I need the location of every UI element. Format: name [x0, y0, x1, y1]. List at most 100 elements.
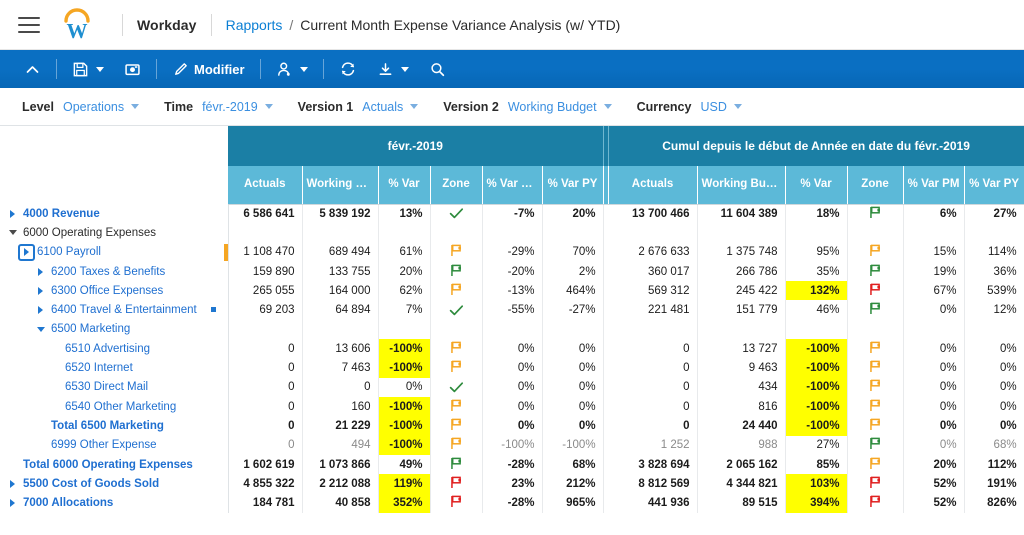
expand-chevron-right-icon[interactable]	[6, 497, 19, 510]
row-tree-cell[interactable]: 6999 Other Expense	[0, 435, 229, 455]
filter-currency-value[interactable]: USD	[700, 100, 726, 114]
assign-button[interactable]	[266, 50, 318, 88]
row-tree-cell[interactable]: 6000 Operating Expenses	[0, 223, 229, 243]
row-label[interactable]: 6520 Internet	[61, 362, 133, 374]
row-label[interactable]: 6999 Other Expense	[47, 439, 157, 451]
breadcrumb-parent-link[interactable]: Rapports	[226, 17, 283, 33]
expand-chevron-right-icon[interactable]	[6, 477, 19, 490]
snapshot-button[interactable]	[114, 50, 151, 88]
row-label[interactable]: 6000 Operating Expenses	[19, 227, 156, 239]
table-row[interactable]: 6500 Marketing	[0, 319, 1024, 340]
column-header-left-var-pm[interactable]: % Var PM	[482, 166, 543, 205]
search-button[interactable]	[419, 50, 456, 88]
table-row[interactable]: 6510 Advertising 0 13 606 -100% 0% 0% 0 13 727-…	[0, 339, 1024, 359]
column-header-right-var-pm[interactable]: % Var PM	[903, 166, 965, 205]
group-header-ytd: Cumul depuis le début de Année en date d…	[608, 126, 1024, 166]
row-tree-cell[interactable]: 6500 Marketing	[0, 319, 229, 340]
row-tree-cell[interactable]: 6100 Payroll	[0, 242, 229, 262]
filter-level-value[interactable]: Operations	[63, 100, 124, 114]
table-row[interactable]: Total 6500 Marketing 0 21 229 -100% 0% 0% 0 24 …	[0, 416, 1024, 436]
table-row[interactable]: 6540 Other Marketing 0 160 -100% 0% 0% 0 816 -10…	[0, 396, 1024, 417]
table-row[interactable]: Total 6000 Operating Expenses 1 602 619 1 …	[0, 454, 1024, 475]
row-tree-cell[interactable]: 6540 Other Marketing	[0, 396, 229, 417]
filter-version-2-chevron-down-icon[interactable]	[603, 104, 612, 109]
expand-chevron-right-icon[interactable]	[6, 207, 19, 220]
row-label[interactable]: 4000 Revenue	[19, 208, 100, 220]
row-label[interactable]: 6510 Advertising	[61, 343, 150, 355]
save-button[interactable]	[62, 50, 114, 88]
row-label[interactable]: Total 6500 Marketing	[47, 420, 164, 432]
export-button[interactable]	[367, 50, 419, 88]
filter-version-1-value[interactable]: Actuals	[362, 100, 403, 114]
expand-chevron-right-icon[interactable]	[34, 304, 47, 317]
row-label[interactable]: 6200 Taxes & Benefits	[47, 266, 165, 278]
expand-chevron-right-icon[interactable]	[34, 265, 47, 278]
table-row[interactable]: 5500 Cost of Goods Sold 4 855 322 2 212 08…	[0, 474, 1024, 494]
filter-currency: Currency USD	[637, 100, 742, 114]
export-chevron-down-icon[interactable]	[400, 66, 409, 72]
filter-currency-chevron-down-icon[interactable]	[733, 104, 742, 109]
save-chevron-down-icon[interactable]	[96, 66, 104, 72]
column-header-left-actuals[interactable]: Actuals	[228, 166, 303, 205]
column-header-right-var-py[interactable]: % Var PY	[964, 166, 1024, 205]
row-tree-cell[interactable]: 6530 Direct Mail	[0, 377, 229, 397]
table-row[interactable]: 4000 Revenue 6 586 641 5 839 192 13% -7% 20% 1…	[0, 204, 1024, 224]
column-header-right-var[interactable]: % Var	[785, 166, 848, 205]
collapse-chevron-down-icon[interactable]	[6, 226, 19, 239]
cell-left-budget: 0	[302, 377, 379, 397]
table-row[interactable]: 6999 Other Expense 0 494 -100% -100% -100% 1 2…	[0, 435, 1024, 455]
expand-chevron-right-icon-selected[interactable]	[18, 243, 35, 261]
expand-chevron-right-icon[interactable]	[34, 284, 47, 297]
row-tree-cell[interactable]: 6400 Travel & Entertainment	[0, 300, 229, 320]
workday-logo-icon[interactable]: W	[60, 7, 94, 42]
breadcrumb-current: Current Month Expense Variance Analysis …	[300, 16, 621, 33]
collapse-toolbar-button[interactable]	[14, 50, 51, 88]
row-label[interactable]: 6540 Other Marketing	[61, 401, 176, 413]
filter-time-chevron-down-icon[interactable]	[264, 104, 273, 109]
cell-right-budget: 2 065 162	[697, 454, 786, 475]
row-label[interactable]: Total 6000 Operating Expenses	[19, 459, 193, 471]
row-label[interactable]: 6530 Direct Mail	[61, 381, 148, 393]
row-label[interactable]: 6400 Travel & Entertainment	[47, 304, 197, 316]
column-header-right-budget[interactable]: Working Bud...	[697, 166, 786, 205]
row-label[interactable]: 6500 Marketing	[47, 323, 130, 335]
column-header-right-zone[interactable]: Zone	[847, 166, 904, 205]
column-header-left-budget[interactable]: Working Budget	[302, 166, 379, 205]
filter-level-chevron-down-icon[interactable]	[131, 104, 140, 109]
table-row[interactable]: 6300 Office Expenses 265 055 164 000 62% -13…	[0, 281, 1024, 301]
table-row[interactable]: 7000 Allocations 184 781 40 858 352% -28% 965…	[0, 493, 1024, 513]
filter-version-2-value[interactable]: Working Budget	[508, 100, 597, 114]
filter-version-1-chevron-down-icon[interactable]	[410, 104, 419, 109]
column-header-left-var[interactable]: % Var	[378, 166, 431, 205]
table-row[interactable]: 6000 Operating Expenses	[0, 223, 1024, 243]
row-label[interactable]: 6300 Office Expenses	[47, 285, 163, 297]
row-label[interactable]: 5500 Cost of Goods Sold	[19, 478, 159, 490]
row-tree-cell[interactable]: 4000 Revenue	[0, 204, 229, 224]
row-label[interactable]: 7000 Allocations	[19, 497, 113, 509]
row-tree-cell[interactable]: 6200 Taxes & Benefits	[0, 261, 229, 282]
report-grid[interactable]: févr.-2019 Cumul depuis le début de Anné…	[0, 126, 1024, 535]
column-header-left-zone[interactable]: Zone	[430, 166, 483, 205]
hamburger-menu-icon[interactable]	[18, 16, 40, 33]
row-tree-cell[interactable]: 6300 Office Expenses	[0, 281, 229, 301]
table-row[interactable]: 6520 Internet 0 7 463 -100% 0% 0% 0 9 463 -100% 0…	[0, 358, 1024, 378]
row-label[interactable]: 6100 Payroll	[33, 246, 101, 258]
filter-time-value[interactable]: févr.-2019	[202, 100, 258, 114]
column-header-left-var-py[interactable]: % Var PY	[542, 166, 604, 205]
column-header-right-actuals[interactable]: Actuals	[608, 166, 698, 205]
table-row[interactable]: 6200 Taxes & Benefits 159 890 133 755 20% -2…	[0, 261, 1024, 282]
edit-button[interactable]: Modifier	[162, 50, 255, 88]
refresh-button[interactable]	[329, 50, 367, 88]
assign-chevron-down-icon[interactable]	[299, 66, 308, 72]
zone-flag-green-icon	[869, 302, 882, 318]
table-row[interactable]: 6530 Direct Mail 0 0 0% 0% 0% 0 434 -100% 0% 0%	[0, 377, 1024, 397]
table-row[interactable]: 6100 Payroll 1 108 470 689 494 61% -29% 70% 2 …	[0, 242, 1024, 262]
row-tree-cell[interactable]: Total 6000 Operating Expenses	[0, 454, 229, 475]
row-tree-cell[interactable]: 5500 Cost of Goods Sold	[0, 474, 229, 494]
row-tree-cell[interactable]: 6520 Internet	[0, 358, 229, 378]
table-row[interactable]: 6400 Travel & Entertainment 69 203 64 894 7…	[0, 300, 1024, 320]
row-tree-cell[interactable]: 7000 Allocations	[0, 493, 229, 513]
collapse-chevron-down-icon[interactable]	[34, 323, 47, 336]
row-tree-cell[interactable]: 6510 Advertising	[0, 339, 229, 359]
row-tree-cell[interactable]: Total 6500 Marketing	[0, 416, 229, 436]
